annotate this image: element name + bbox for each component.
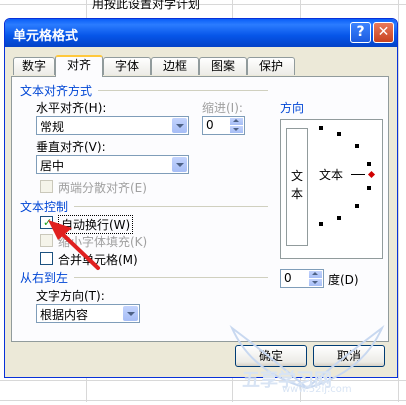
tab-alignment[interactable]: 对齐 — [55, 55, 103, 77]
watermark-url: www.52ij.com — [282, 384, 352, 395]
watermark: 五享学习网 www.52ij.com — [212, 318, 402, 405]
